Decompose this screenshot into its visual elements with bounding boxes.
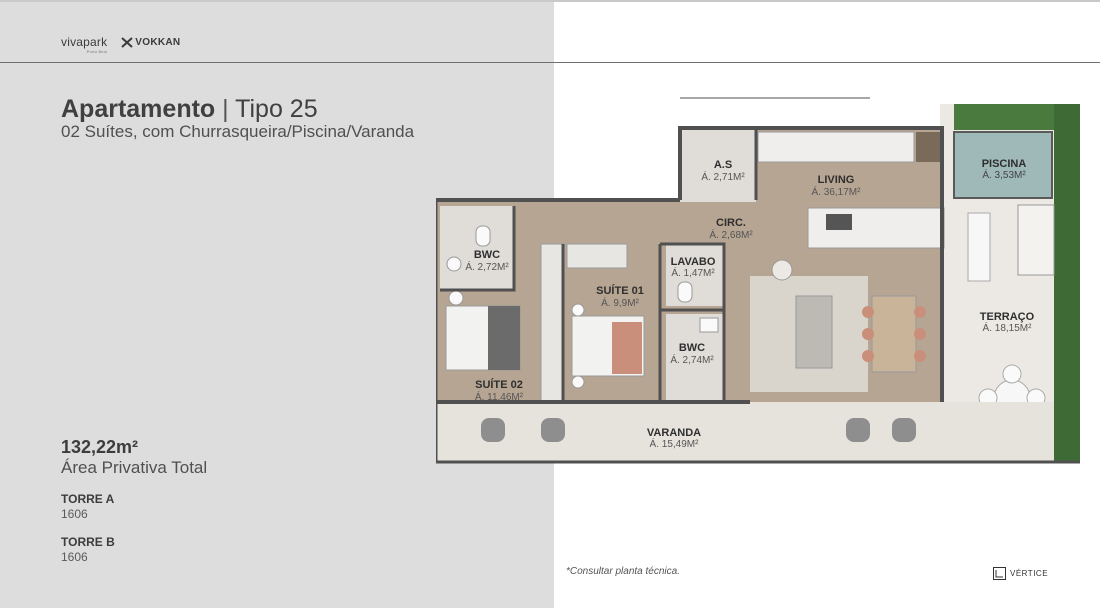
vivapark-logo-sub: Porto Belo [86,49,108,54]
bed-throw-suite-02 [488,306,520,370]
planter [1054,104,1080,462]
room-area-living: Á. 36,17M² [812,185,862,198]
sun-lounger [967,212,991,282]
room-name-terraco: TERRAÇO [980,311,1035,323]
room-area-suite-01: Á. 9,9M² [601,296,639,309]
top-border [0,0,1100,2]
room-area-as: Á. 2,71M² [701,170,745,183]
wardrobe-suite-01 [566,243,628,269]
wine-rack [916,132,942,162]
technical-note: *Consultar planta técnica. [566,566,680,577]
room-name-as: A.S [714,159,732,171]
page-title: Apartamento | Tipo 25 [61,95,318,124]
sofa [795,295,833,369]
tower-b-label: TORRE B [61,535,115,549]
room-name-piscina: PISCINA [982,158,1027,170]
cooktop [826,214,852,230]
logo-bar: vivapark Porto Belo VOKKAN [61,35,180,54]
tower-a-label: TORRE A [61,492,115,506]
tower-a-unit: 1606 [61,507,88,521]
title-separator: | [222,95,229,123]
armchair [771,259,793,281]
x-mark-icon [121,36,133,48]
title-main: Apartamento [61,95,216,123]
room-name-varanda: VARANDA [647,427,701,439]
bwc-02-floor [440,206,514,290]
tower-b-unit: 1606 [61,550,88,564]
room-area-piscina: Á. 3,53M² [982,168,1026,181]
room-name-living: LIVING [818,174,855,186]
floor-plan: A.S Á. 2,71M² LIVING Á. 36,17M² PISCINA … [436,97,1080,464]
room-area-varanda: Á. 15,49M² [650,437,700,450]
area-value: 132,22m² [61,437,139,457]
header-divider [0,62,1100,63]
room-area-suite-02: Á. 11,46M² [475,390,524,403]
vertice-logo-icon [993,567,1006,580]
varanda-floor [436,402,1054,462]
room-name-suite-01: SUÍTE 01 [596,284,644,297]
vivapark-logo-text: vivapark [61,35,108,49]
dining-table [871,295,917,373]
area-label: Área Privativa Total [61,458,208,477]
vivapark-logo: vivapark Porto Belo [61,35,108,54]
room-area-lavabo: Á. 1,47M² [671,266,715,279]
vokkan-logo-text: VOKKAN [135,36,181,48]
title-type: Tipo 25 [235,95,318,123]
room-name-circ: CIRC. [716,217,746,229]
room-name-suite-02: SUÍTE 02 [475,378,523,391]
bed-throw-suite-01 [612,322,642,374]
planter-top [954,104,1054,130]
wardrobe-suite-02 [540,243,564,403]
page-subtitle: 02 Suítes, com Churrasqueira/Piscina/Var… [61,122,415,141]
room-area-circ: Á. 2,68M² [709,228,753,241]
room-name-bwc-02: BWC [474,249,500,261]
vokkan-logo: VOKKAN [121,37,180,48]
stairs [1017,204,1055,276]
room-area-bwc-02: Á. 2,72M² [465,260,509,273]
room-area-bwc-01: Á. 2,74M² [670,353,714,366]
room-area-terraco: Á. 18,15M² [983,321,1033,334]
vertice-brand-text: VÉRTICE [1010,569,1049,578]
room-name-lavabo: LAVABO [671,256,716,268]
vertice-brand: VÉRTICE [993,567,1048,580]
room-name-bwc-01: BWC [679,342,705,354]
kitchen-counter [757,131,915,163]
